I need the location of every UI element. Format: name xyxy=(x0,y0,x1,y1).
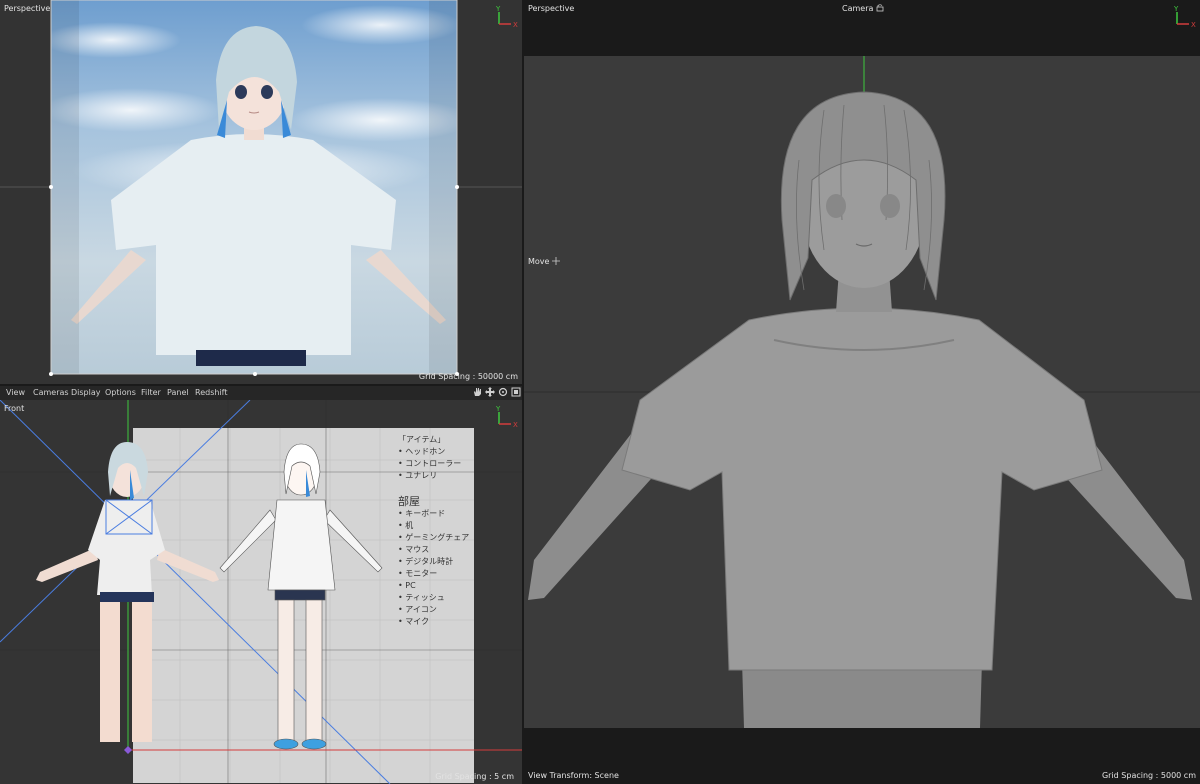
svg-text:X: X xyxy=(513,21,518,28)
menu-panel[interactable]: Panel xyxy=(167,388,189,397)
hand-icon[interactable] xyxy=(472,387,482,397)
svg-text:Y: Y xyxy=(495,5,501,13)
tool-label: Move xyxy=(528,257,560,266)
view-transform-label: View Transform: Scene xyxy=(528,771,619,780)
reference-notes: 「アイテム」 • ヘッドホン • コントローラー • ユナレリ 部屋 • キーボ… xyxy=(398,434,474,628)
menu-cameras[interactable]: Cameras xyxy=(33,388,69,397)
viewport-bottom-left-front[interactable]: View Cameras Display Options Filter Pane… xyxy=(0,386,522,784)
move-cross-icon xyxy=(552,257,560,266)
axis-gizmo: Y X xyxy=(494,4,518,28)
notes-item: • ユナレリ xyxy=(398,471,438,480)
camera-frame-overlay xyxy=(0,0,522,376)
axis-gizmo: Y X xyxy=(1172,4,1196,28)
grid-spacing-label: Grid Spacing : 5 cm xyxy=(435,772,514,781)
notes-item: • デジタル時計 xyxy=(398,557,454,566)
axis-gizmo: Y X xyxy=(494,404,518,428)
notes-item: • マイク xyxy=(398,617,430,626)
svg-text:X: X xyxy=(1191,21,1196,28)
model-viewport-canvas xyxy=(524,56,1200,728)
svg-text:Y: Y xyxy=(1173,5,1179,13)
viewport-top-left-perspective[interactable]: Perspective Y X Grid Spacing : 50000 cm xyxy=(0,0,522,384)
rotate-icon[interactable] xyxy=(498,387,508,397)
viewport-title: Perspective xyxy=(4,4,51,13)
notes-item: • PC xyxy=(398,581,416,590)
notes-section-title: 部屋 xyxy=(398,495,420,508)
viewport-menubar: View Cameras Display Options Filter Pane… xyxy=(0,386,522,400)
notes-item: • ヘッドホン xyxy=(398,447,446,456)
notes-item: • モニター xyxy=(398,569,438,578)
menu-redshift[interactable]: Redshift xyxy=(195,388,227,397)
notes-item: • コントローラー xyxy=(398,459,462,468)
notes-item: • キーボード xyxy=(398,509,446,518)
camera-label[interactable]: Camera xyxy=(842,4,885,13)
menu-options[interactable]: Options xyxy=(105,388,136,397)
notes-list-title: 「アイテム」 xyxy=(398,435,446,444)
menu-view[interactable]: View xyxy=(6,388,25,397)
camera-lock-icon[interactable] xyxy=(876,4,885,13)
notes-item: • ティッシュ xyxy=(398,593,445,602)
menu-display[interactable]: Display xyxy=(71,388,101,397)
grid-spacing-label: Grid Spacing : 5000 cm xyxy=(1101,771,1196,780)
viewport-title: Front xyxy=(4,404,25,413)
notes-item: • マウス xyxy=(398,545,430,554)
notes-item: • 机 xyxy=(398,521,414,530)
notes-item: • ゲーミングチェア xyxy=(398,533,470,542)
viewport-right-perspective[interactable]: Perspective Camera Move Y X View Transfo… xyxy=(524,0,1200,784)
notes-item: • アイコン xyxy=(398,605,437,614)
svg-text:X: X xyxy=(513,421,518,428)
viewport-title: Perspective xyxy=(528,4,575,13)
menu-filter[interactable]: Filter xyxy=(141,388,161,397)
maximize-icon[interactable] xyxy=(511,387,521,397)
move-cross-icon[interactable] xyxy=(485,387,495,397)
svg-text:Y: Y xyxy=(495,405,501,413)
grid-spacing-label: Grid Spacing : 50000 cm xyxy=(418,372,518,381)
